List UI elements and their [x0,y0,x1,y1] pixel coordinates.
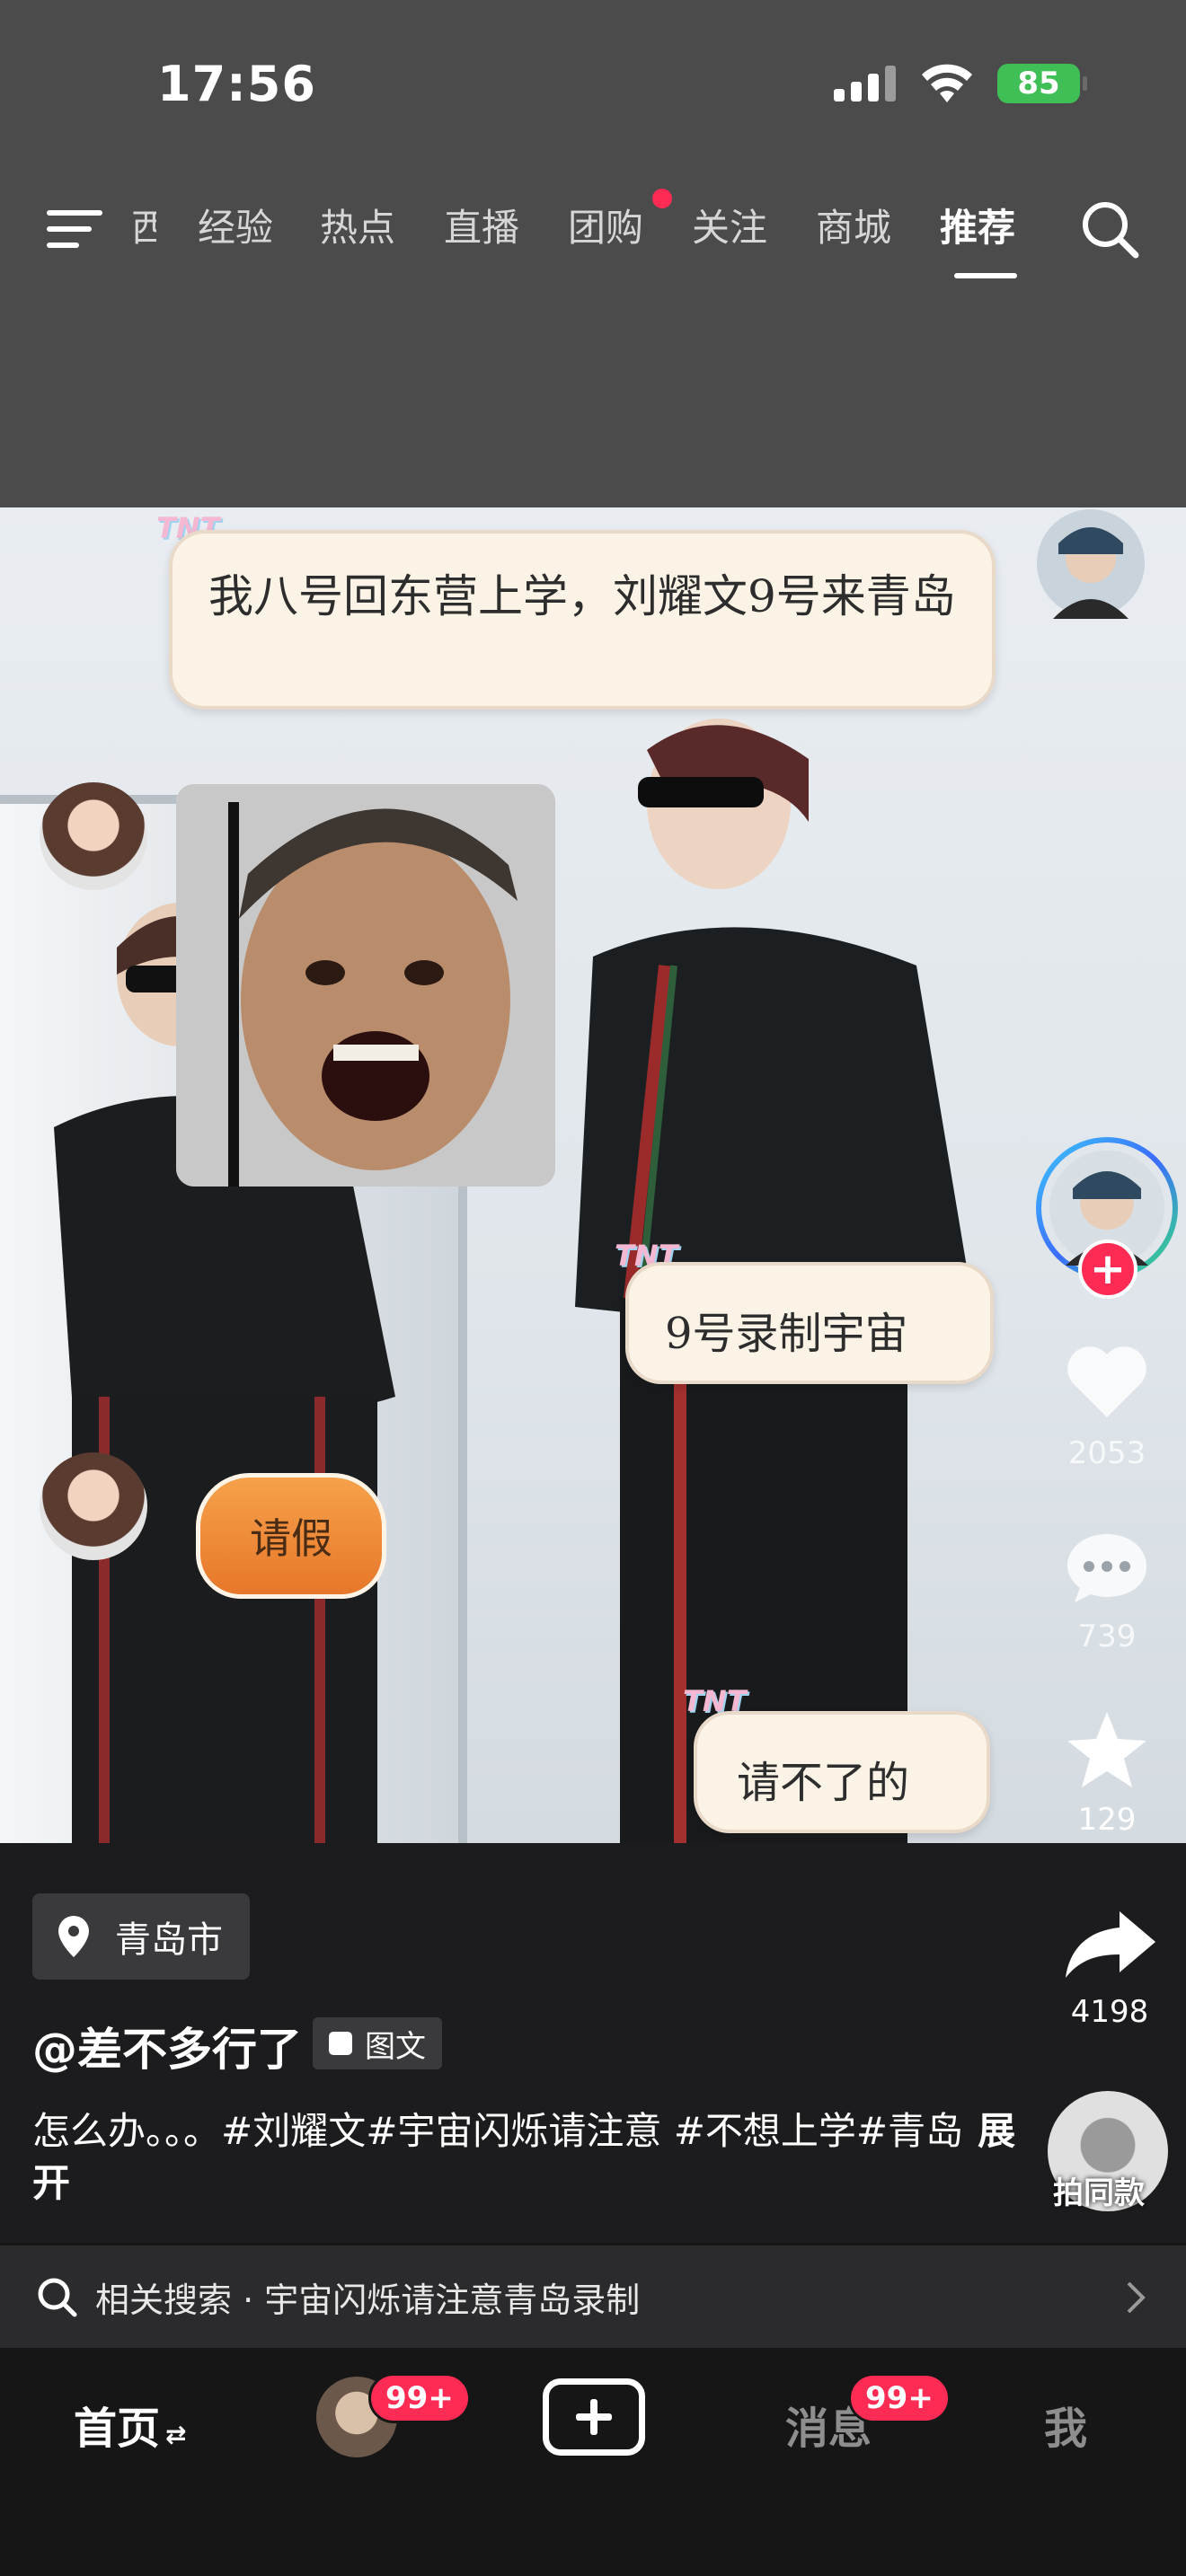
share-button[interactable]: 4198 [1060,1908,1159,2030]
post-caption[interactable]: 怎么办。。。#刘耀文#宇宙闪烁请注意 #不想上学#青岛 展开 [32,2105,1021,2210]
author-username[interactable]: @差不多行了 [32,2014,302,2078]
create-button[interactable] [543,2378,645,2456]
meme-image [176,784,555,1187]
tab-following[interactable]: 关注 [692,198,767,252]
tab-mall[interactable]: 商城 [816,198,891,252]
tab-live[interactable]: 直播 [444,198,519,252]
favorite-button[interactable]: 129 [1044,1705,1170,1838]
share-icon [1066,1911,1155,1978]
tab-partial[interactable]: 西 [131,198,156,252]
comment-icon [1067,1534,1146,1602]
location-label: 青岛市 [115,1919,223,1961]
avatar[interactable] [1035,507,1146,619]
tab-hot[interactable]: 热点 [320,198,395,252]
tab-experience[interactable]: 经验 [198,198,273,252]
menu-icon[interactable] [47,207,102,251]
active-tab-indicator [954,273,1017,278]
nav-home[interactable]: 首页 ⇄ [74,2393,186,2456]
follow-button[interactable]: + [1078,1239,1137,1299]
wifi-icon [922,64,972,102]
plus-icon [576,2399,612,2435]
star-icon [1067,1712,1146,1787]
nav-home-label: 首页 [74,2404,161,2454]
notification-dot [652,189,672,208]
search-icon[interactable] [1078,198,1141,260]
top-area: 17:56 85 西 经验 热点 直播 团购 关注 商城 推荐 [0,0,1186,507]
battery-icon: 85 [997,64,1087,103]
share-count: 4198 [1070,1994,1149,2030]
text-bubble-3: 请不了的 [694,1711,990,1833]
friends-badge: 99+ [368,2373,471,2423]
battery-level: 85 [1017,66,1060,101]
location-chip[interactable]: 青岛市 [32,1893,250,1980]
related-search-bar[interactable]: 相关搜索 · 宇宙闪烁请注意青岛录制 [0,2245,1186,2348]
bottom-nav: 首页 ⇄ 99+ 消息 99+ 我 [0,2348,1186,2576]
image-post-icon [329,2032,352,2055]
tab-group-buy[interactable]: 团购 [568,198,643,252]
heart-icon [1067,1346,1146,1417]
favorite-count: 129 [1077,1802,1137,1838]
face-thumbnail [40,782,147,890]
tab-recommend[interactable]: 推荐 [940,198,1015,252]
comment-button[interactable]: 739 [1044,1522,1170,1654]
chevron-right-icon [1127,2281,1146,2314]
refresh-icon: ⇄ [165,2420,187,2449]
like-count: 2053 [1067,1435,1146,1471]
text-bubble-2: 9号录制宇宙 [625,1262,994,1384]
post-type-label: 图文 [365,2028,426,2065]
post-info: 青岛市 4198 @差不多行了 图文 怎么办。。。#刘耀文#宇宙闪烁请注意 #不… [0,1843,1186,2243]
text-bubble-1: 我八号回东营上学，刘耀文9号来青岛 [169,530,996,710]
status-time: 17:56 [157,56,316,112]
location-pin-icon [58,1916,89,1957]
post-image[interactable]: TNT 我八号回东营上学，刘耀文9号来青岛 请假 TNT 9号录制宇宙 TNT … [0,507,1186,1843]
comment-count: 739 [1077,1619,1137,1654]
like-button[interactable]: 2053 [1044,1338,1170,1471]
related-search-text: 相关搜索 · 宇宙闪烁请注意青岛录制 [95,2280,641,2320]
caption-text: 怎么办。。。#刘耀文#宇宙闪烁请注意 #不想上学#青岛 [32,2109,964,2153]
cellular-signal-icon [834,66,896,101]
status-icons: 85 [834,63,1087,104]
messages-badge: 99+ [848,2373,951,2423]
top-tab-bar: 西 经验 热点 直播 团购 关注 商城 推荐 [0,189,1186,278]
post-type-chip: 图文 [313,2017,442,2069]
leave-request-sticker: 请假 [196,1473,386,1599]
face-thumbnail [40,1452,147,1560]
search-icon [38,2278,77,2317]
use-template-label[interactable]: 拍同款 [1053,2168,1145,2212]
nav-me[interactable]: 我 [1044,2393,1087,2456]
